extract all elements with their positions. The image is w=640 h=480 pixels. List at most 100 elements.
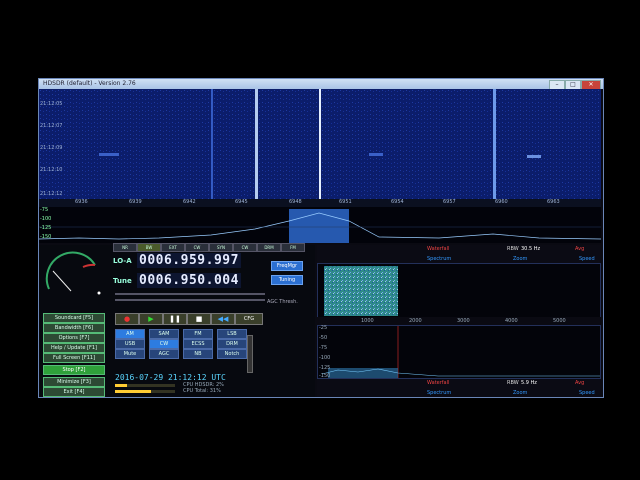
af-subheader: Spectrum Zoom Speed [317, 389, 601, 397]
af-db-label: -125 [319, 365, 331, 371]
rf-tick: 4000 [505, 318, 518, 324]
af-db-label: -75 [319, 345, 328, 351]
db-label: -75 [40, 207, 49, 213]
exit-button[interactable]: Exit [F4] [43, 387, 105, 397]
tune-frequency[interactable]: 0006.950.004 [137, 273, 241, 288]
db-label: -125 [40, 225, 52, 231]
stop-button[interactable]: ■ [187, 313, 211, 325]
speed-label: Speed [579, 256, 595, 262]
af-waterfall-label: Waterfall [427, 380, 450, 386]
datetime: 2016-07-29 21:12:12 UTC [115, 373, 226, 382]
af-spectrum[interactable] [317, 325, 601, 379]
freq-tick: 6948 [289, 199, 302, 205]
mode-fm[interactable]: FM [183, 329, 213, 339]
mode-ecss[interactable]: ECSS [183, 339, 213, 349]
mode-agc[interactable]: AGC [149, 349, 179, 359]
tab-bw[interactable]: BW [137, 243, 161, 252]
minimize-app-button[interactable]: Minimize [F3] [43, 377, 105, 387]
cpu-bar [115, 384, 175, 387]
full-screen-button[interactable]: Full Screen [F11] [43, 353, 105, 363]
soundcard-button[interactable]: Soundcard [F5] [43, 313, 105, 323]
time-label: 21:12:12 [40, 191, 63, 197]
config-button[interactable]: CFG [235, 313, 263, 325]
tuning-button[interactable]: Tuning [271, 275, 303, 285]
control-panel: NR BW EXT CW SYN CW DRM FM LO-A 0006.959… [39, 243, 315, 397]
tune-label: Tune [113, 277, 132, 285]
tab-cw[interactable]: CW [185, 243, 209, 252]
s-meter [45, 251, 101, 295]
mode-cw[interactable]: CW [149, 339, 179, 349]
freq-tick: 6957 [443, 199, 456, 205]
af-rbw-value[interactable]: 5.9 Hz [521, 380, 537, 386]
bandwidth-button[interactable]: Bandwidth [F6] [43, 323, 105, 333]
time-label: 21:12:07 [40, 123, 63, 129]
zoom-label: Zoom [513, 256, 528, 262]
rf-tick: 2000 [409, 318, 422, 324]
play-button[interactable]: ▶ [139, 313, 163, 325]
tab-nr[interactable]: NR [113, 243, 137, 252]
mode-sam[interactable]: SAM [149, 329, 179, 339]
window-title: HDSDR (default) - Version 2.76 [43, 80, 136, 87]
rewind-button[interactable]: ◀◀ [211, 313, 235, 325]
rf-waterfall[interactable] [317, 263, 601, 319]
tab-cw2[interactable]: CW [233, 243, 257, 252]
rbw-value[interactable]: 30.5 Hz [521, 246, 540, 252]
freq-tick: 6960 [495, 199, 508, 205]
db-label: -150 [40, 234, 52, 240]
pause-button[interactable]: ❚❚ [163, 313, 187, 325]
time-label: 21:12:09 [40, 145, 63, 151]
cpu-total: CPU Total: 31% [183, 388, 221, 394]
mode-usb[interactable]: USB [115, 339, 145, 349]
frequency-scale: 6936 6939 6942 6945 6948 6951 6954 6957 … [39, 199, 601, 207]
freq-tick: 6945 [235, 199, 248, 205]
mode-nb[interactable]: NB [183, 349, 213, 359]
freqmgr-button[interactable]: FreqMgr [271, 261, 303, 271]
spectrum-label: Spectrum [427, 256, 452, 262]
lo-label: LO-A [113, 257, 132, 265]
record-button[interactable]: ● [115, 313, 139, 325]
freq-tick: 6951 [339, 199, 352, 205]
rbw-label: RBW [507, 246, 519, 252]
af-db-label: -50 [319, 335, 328, 341]
rf-tick: 3000 [457, 318, 470, 324]
mode-am[interactable]: AM [115, 329, 145, 339]
tab-fm[interactable]: FM [281, 243, 305, 252]
lo-frequency[interactable]: 0006.959.997 [137, 253, 241, 268]
af-rbw-label: RBW [507, 380, 519, 386]
freq-tick: 6963 [547, 199, 560, 205]
spectrum-trace [39, 209, 601, 243]
cpu-total-bar [115, 390, 175, 393]
hdsdr-window: HDSDR (default) - Version 2.76 – □ ✕ 21:… [38, 78, 604, 398]
freq-tick: 6939 [129, 199, 142, 205]
af-zoom-label: Zoom [513, 390, 528, 396]
agc-slider[interactable] [115, 293, 265, 295]
main-waterfall[interactable] [39, 89, 601, 199]
tab-ext[interactable]: EXT [161, 243, 185, 252]
freq-tick: 6942 [183, 199, 196, 205]
rf-tick: 1000 [361, 318, 374, 324]
options-button[interactable]: Options [F7] [43, 333, 105, 343]
mode-lsb[interactable]: LSB [217, 329, 247, 339]
tab-drm[interactable]: DRM [257, 243, 281, 252]
main-spectrum[interactable]: -75 -100 -125 -150 [39, 207, 601, 243]
af-speed-label: Speed [579, 390, 595, 396]
rf-scale: 1000 2000 3000 4000 5000 [317, 317, 601, 325]
mode-notch[interactable]: Notch [217, 349, 247, 359]
af-avg-label: Avg [575, 380, 585, 386]
volume-bar[interactable] [247, 335, 253, 373]
stop-start-button[interactable]: Stop [F2] [43, 365, 105, 375]
mode-drm[interactable]: DRM [217, 339, 247, 349]
time-label: 21:12:10 [40, 167, 63, 173]
rf-tick: 5000 [553, 318, 566, 324]
af-spectrum-label: Spectrum [427, 390, 452, 396]
af-header: Waterfall RBW 5.9 Hz Avg [317, 379, 601, 389]
title-bar: HDSDR (default) - Version 2.76 – □ ✕ [39, 79, 603, 90]
freq-tick: 6954 [391, 199, 404, 205]
avg-label: Avg [575, 246, 585, 252]
volume-slider[interactable] [115, 299, 265, 301]
mode-mute[interactable]: Mute [115, 349, 145, 359]
tab-syn[interactable]: SYN [209, 243, 233, 252]
help-update-button[interactable]: Help / Update [F1] [43, 343, 105, 353]
af-db-label: -100 [319, 355, 331, 361]
rf-header: Waterfall RBW 30.5 Hz Avg [317, 245, 601, 255]
